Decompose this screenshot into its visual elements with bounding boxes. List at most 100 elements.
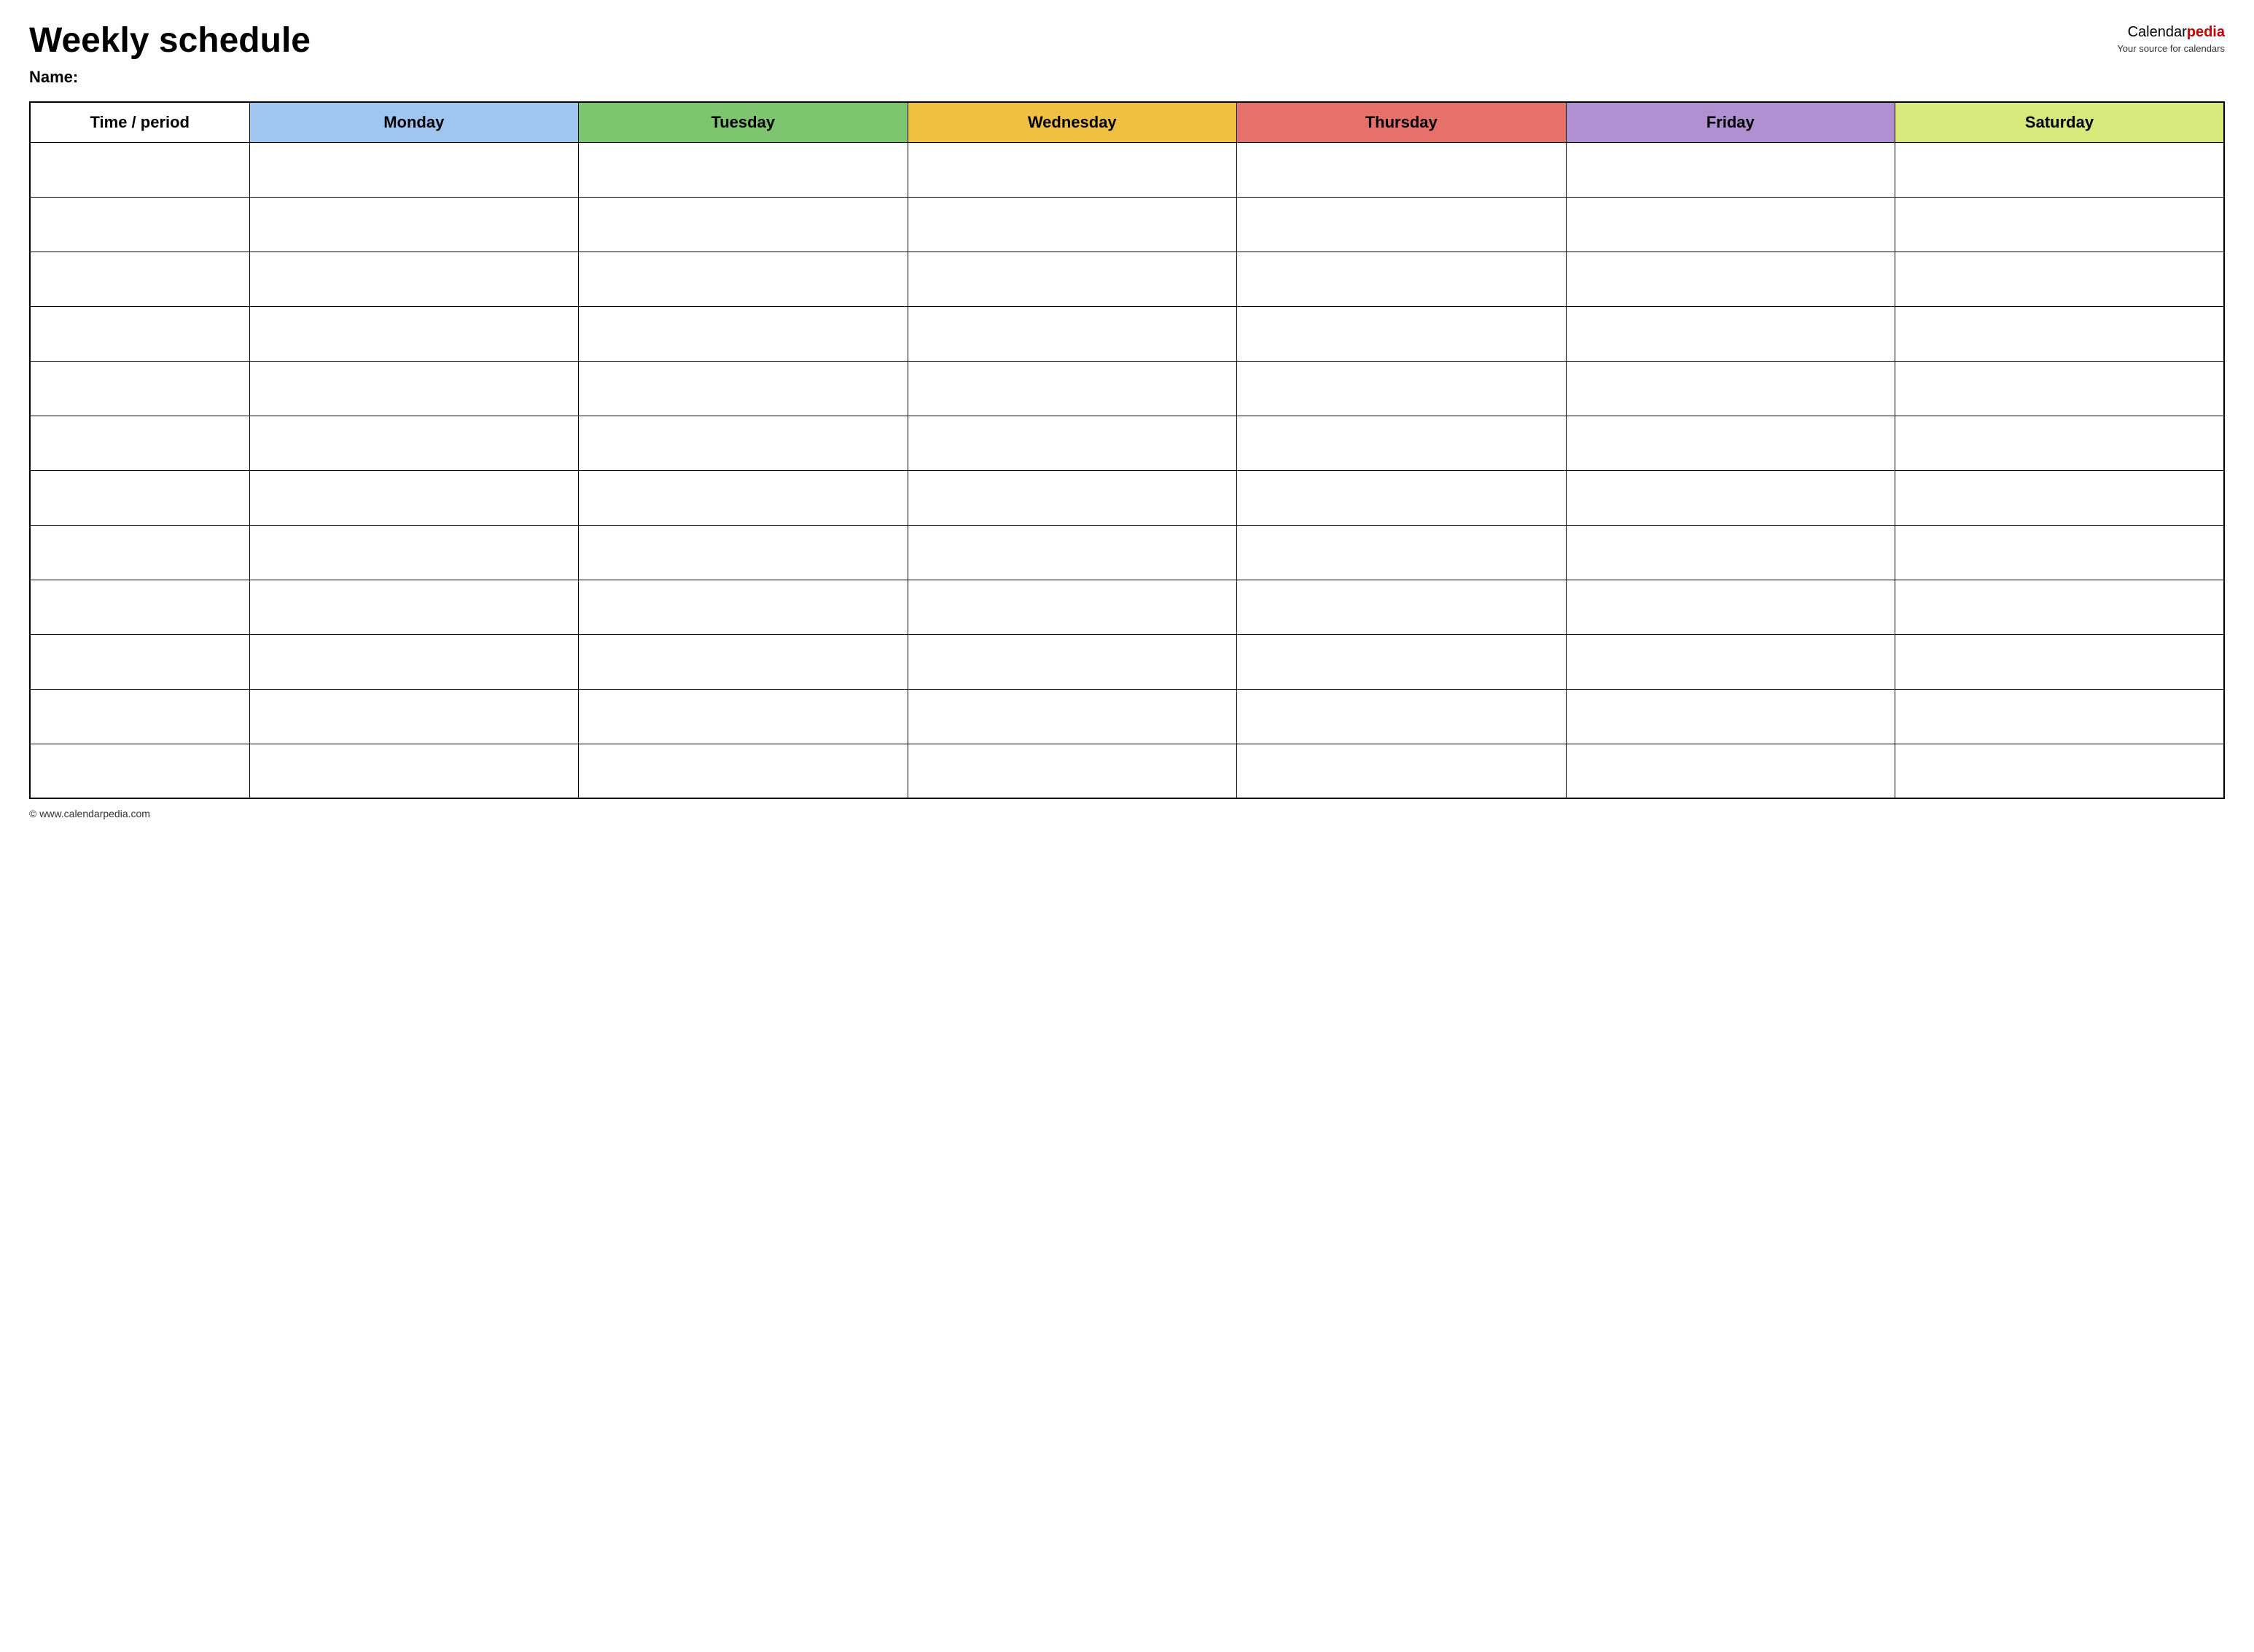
schedule-cell[interactable]	[249, 744, 579, 798]
schedule-cell[interactable]	[249, 634, 579, 689]
schedule-cell[interactable]	[1237, 525, 1567, 580]
schedule-cell[interactable]	[579, 525, 908, 580]
schedule-cell[interactable]	[249, 361, 579, 416]
schedule-cell[interactable]	[249, 197, 579, 252]
schedule-cell[interactable]	[1566, 252, 1895, 306]
schedule-cell[interactable]	[908, 416, 1237, 470]
schedule-cell[interactable]	[1237, 142, 1567, 197]
schedule-cell[interactable]	[1895, 470, 2225, 525]
time-cell[interactable]	[30, 197, 249, 252]
schedule-cell[interactable]	[908, 142, 1237, 197]
schedule-cell[interactable]	[1566, 416, 1895, 470]
time-cell[interactable]	[30, 252, 249, 306]
table-row	[30, 744, 2224, 798]
schedule-cell[interactable]	[579, 252, 908, 306]
schedule-cell[interactable]	[908, 634, 1237, 689]
col-header-thursday: Thursday	[1237, 102, 1567, 143]
schedule-cell[interactable]	[579, 142, 908, 197]
schedule-cell[interactable]	[579, 744, 908, 798]
schedule-cell[interactable]	[579, 197, 908, 252]
schedule-cell[interactable]	[1237, 580, 1567, 634]
col-header-time: Time / period	[30, 102, 249, 143]
schedule-cell[interactable]	[1237, 416, 1567, 470]
table-header-row: Time / period Monday Tuesday Wednesday T…	[30, 102, 2224, 143]
schedule-cell[interactable]	[579, 634, 908, 689]
schedule-cell[interactable]	[1895, 634, 2225, 689]
schedule-cell[interactable]	[1566, 744, 1895, 798]
schedule-cell[interactable]	[579, 689, 908, 744]
col-header-wednesday: Wednesday	[908, 102, 1237, 143]
col-header-monday: Monday	[249, 102, 579, 143]
col-header-saturday: Saturday	[1895, 102, 2225, 143]
schedule-cell[interactable]	[1895, 252, 2225, 306]
schedule-cell[interactable]	[1895, 416, 2225, 470]
schedule-cell[interactable]	[1566, 306, 1895, 361]
schedule-cell[interactable]	[579, 580, 908, 634]
schedule-cell[interactable]	[908, 306, 1237, 361]
table-row	[30, 197, 2224, 252]
time-cell[interactable]	[30, 306, 249, 361]
schedule-cell[interactable]	[249, 470, 579, 525]
schedule-cell[interactable]	[908, 470, 1237, 525]
time-cell[interactable]	[30, 525, 249, 580]
brand-name: Calendarpedia	[2117, 22, 2225, 42]
schedule-cell[interactable]	[1895, 197, 2225, 252]
schedule-cell[interactable]	[1566, 525, 1895, 580]
schedule-cell[interactable]	[1566, 197, 1895, 252]
schedule-cell[interactable]	[1237, 470, 1567, 525]
schedule-cell[interactable]	[908, 252, 1237, 306]
schedule-cell[interactable]	[1895, 306, 2225, 361]
schedule-cell[interactable]	[1237, 744, 1567, 798]
schedule-cell[interactable]	[1895, 525, 2225, 580]
footer-url: © www.calendarpedia.com	[29, 808, 2225, 819]
schedule-cell[interactable]	[908, 197, 1237, 252]
schedule-cell[interactable]	[1566, 361, 1895, 416]
schedule-cell[interactable]	[1237, 361, 1567, 416]
schedule-cell[interactable]	[1566, 580, 1895, 634]
schedule-cell[interactable]	[249, 580, 579, 634]
schedule-cell[interactable]	[1895, 744, 2225, 798]
table-row	[30, 306, 2224, 361]
schedule-cell[interactable]	[579, 306, 908, 361]
schedule-cell[interactable]	[1895, 361, 2225, 416]
time-cell[interactable]	[30, 470, 249, 525]
time-cell[interactable]	[30, 580, 249, 634]
time-cell[interactable]	[30, 744, 249, 798]
schedule-cell[interactable]	[249, 306, 579, 361]
schedule-cell[interactable]	[579, 470, 908, 525]
table-row	[30, 689, 2224, 744]
schedule-cell[interactable]	[1895, 142, 2225, 197]
schedule-cell[interactable]	[1237, 689, 1567, 744]
schedule-cell[interactable]	[1895, 689, 2225, 744]
table-row	[30, 470, 2224, 525]
schedule-cell[interactable]	[908, 689, 1237, 744]
schedule-table: Time / period Monday Tuesday Wednesday T…	[29, 101, 2225, 800]
table-row	[30, 252, 2224, 306]
schedule-cell[interactable]	[1566, 142, 1895, 197]
time-cell[interactable]	[30, 634, 249, 689]
schedule-cell[interactable]	[1566, 470, 1895, 525]
schedule-cell[interactable]	[908, 525, 1237, 580]
schedule-cell[interactable]	[579, 416, 908, 470]
schedule-cell[interactable]	[1566, 689, 1895, 744]
schedule-cell[interactable]	[908, 580, 1237, 634]
schedule-cell[interactable]	[249, 416, 579, 470]
schedule-cell[interactable]	[1237, 634, 1567, 689]
time-cell[interactable]	[30, 689, 249, 744]
schedule-cell[interactable]	[1237, 306, 1567, 361]
schedule-cell[interactable]	[908, 361, 1237, 416]
schedule-cell[interactable]	[1237, 197, 1567, 252]
schedule-cell[interactable]	[1895, 580, 2225, 634]
schedule-cell[interactable]	[249, 525, 579, 580]
time-cell[interactable]	[30, 361, 249, 416]
schedule-cell[interactable]	[579, 361, 908, 416]
col-header-tuesday: Tuesday	[579, 102, 908, 143]
time-cell[interactable]	[30, 142, 249, 197]
schedule-cell[interactable]	[1237, 252, 1567, 306]
time-cell[interactable]	[30, 416, 249, 470]
schedule-cell[interactable]	[249, 142, 579, 197]
schedule-cell[interactable]	[908, 744, 1237, 798]
schedule-cell[interactable]	[1566, 634, 1895, 689]
schedule-cell[interactable]	[249, 689, 579, 744]
schedule-cell[interactable]	[249, 252, 579, 306]
